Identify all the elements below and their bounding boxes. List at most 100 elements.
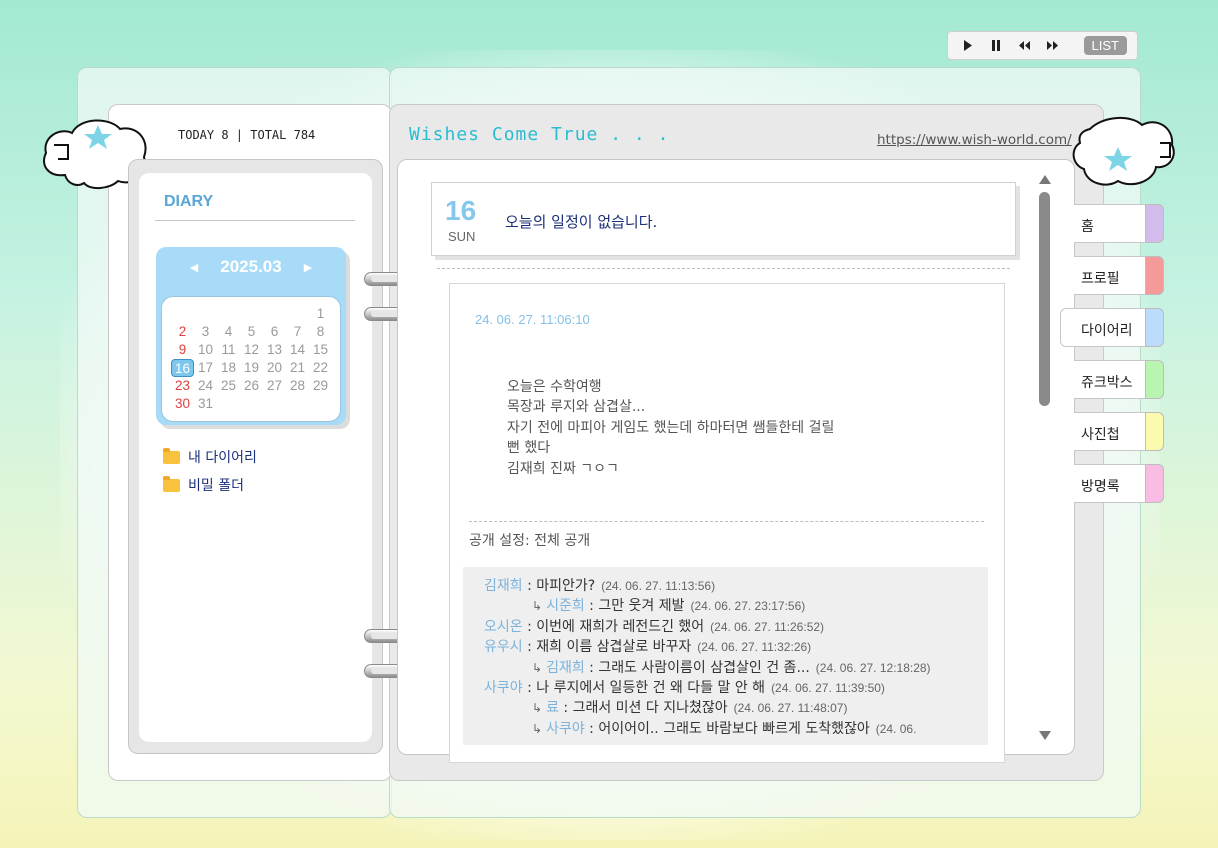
calendar-header: ◀ 2025.03 ▶	[156, 257, 346, 277]
calendar-day[interactable]: 3	[194, 323, 217, 341]
calendar-empty-cell	[194, 305, 217, 323]
calendar-day-selected[interactable]: 16	[171, 359, 194, 377]
tab-color	[1145, 412, 1164, 451]
tab-photos[interactable]: 사진첩	[1074, 412, 1164, 451]
calendar-day[interactable]: 12	[240, 341, 263, 359]
calendar-day[interactable]: 25	[217, 377, 240, 395]
calendar-day[interactable]: 10	[194, 341, 217, 359]
reply-arrow-icon: ↳	[532, 599, 543, 614]
comment-text: : 그만 웃겨 제발	[584, 598, 685, 615]
calendar-day[interactable]: 5	[240, 323, 263, 341]
tab-label: 사진첩	[1081, 427, 1120, 443]
prev-month-icon[interactable]: ◀	[190, 261, 198, 274]
schedule-card: 16 SUN 오늘의 일정이 없습니다.	[431, 182, 1016, 256]
cloud-star-right-icon	[1072, 117, 1175, 186]
tab-diary[interactable]: 다이어리	[1060, 308, 1164, 347]
calendar-empty-cell	[286, 395, 309, 413]
comment-reply: ↳ 시준희 : 그만 웃겨 제발 (24. 06. 27. 23:17:56)	[463, 595, 988, 615]
entry-line: 목장과 루지와 삼겹살...	[507, 399, 646, 416]
folder-my-diary[interactable]: 내 다이어리	[163, 443, 257, 471]
comment-author[interactable]: 유우시	[484, 639, 523, 655]
calendar-day[interactable]: 2	[171, 323, 194, 341]
calendar-day[interactable]: 6	[263, 323, 286, 341]
tab-profile[interactable]: 프로필	[1074, 256, 1164, 295]
calendar-day[interactable]: 11	[217, 341, 240, 359]
calendar-day[interactable]: 14	[286, 341, 309, 359]
calendar-day[interactable]: 8	[309, 323, 332, 341]
calendar-day[interactable]: 7	[286, 323, 309, 341]
calendar-day[interactable]: 19	[240, 359, 263, 377]
tab-guestbook[interactable]: 방명록	[1074, 464, 1164, 503]
site-title: Wishes Come True . . .	[409, 124, 670, 145]
calendar-day[interactable]: 26	[240, 377, 263, 395]
comment-author[interactable]: 시준희	[546, 598, 585, 614]
calendar-day[interactable]: 22	[309, 359, 332, 377]
tab-color	[1145, 308, 1164, 347]
divider	[469, 521, 984, 522]
site-url-link[interactable]: https://www.wish-world.com/	[877, 132, 1072, 148]
comment-reply: ↳ 사쿠야 : 어이어이.. 그래도 바람보다 빠르게 도착했잖아 (24. 06.	[463, 718, 988, 738]
comment-author[interactable]: 사쿠야	[546, 721, 585, 737]
divider	[437, 268, 1010, 269]
reply-arrow-icon: ↳	[532, 660, 543, 675]
comment-timestamp: (24. 06. 27. 23:17:56)	[690, 599, 806, 614]
comment-text: : 어이어이.. 그래도 바람보다 빠르게 도착했잖아	[584, 720, 870, 737]
calendar-day[interactable]: 4	[217, 323, 240, 341]
calendar-day[interactable]: 31	[194, 395, 217, 413]
calendar-day[interactable]: 18	[217, 359, 240, 377]
comment-reply: ↳ 료 : 그래서 미션 다 지나쳤잖아 (24. 06. 27. 11:48:07…	[463, 697, 988, 717]
calendar-day[interactable]: 15	[309, 341, 332, 359]
calendar-day[interactable]: 28	[286, 377, 309, 395]
comment-timestamp: (24. 06. 27. 11:48:07)	[733, 701, 848, 716]
folder-secret[interactable]: 비밀 폴더	[163, 471, 257, 499]
calendar-day[interactable]: 20	[263, 359, 286, 377]
tab-label: 방명록	[1081, 479, 1120, 495]
calendar-day[interactable]: 21	[286, 359, 309, 377]
next-month-icon[interactable]: ▶	[304, 261, 312, 274]
playlist-button[interactable]: LIST	[1083, 36, 1127, 55]
schedule-message: 오늘의 일정이 없습니다.	[505, 213, 658, 231]
tab-jukebox[interactable]: 쥬크박스	[1074, 360, 1164, 399]
calendar-empty-cell	[263, 305, 286, 323]
calendar-day[interactable]: 29	[309, 377, 332, 395]
comment-timestamp: (24. 06. 27. 11:32:26)	[697, 640, 812, 655]
folder-icon	[163, 475, 180, 492]
calendar-day[interactable]: 30	[171, 395, 194, 413]
tab-color	[1145, 204, 1164, 243]
comment-text: : 그래서 미션 다 지나쳤잖아	[558, 700, 728, 717]
comment-author[interactable]: 료	[546, 700, 559, 716]
folder-list: 내 다이어리 비밀 폴더	[163, 443, 257, 499]
comment: 김재희 : 마피안가? (24. 06. 27. 11:13:56)	[463, 575, 988, 595]
tab-home[interactable]: 홈	[1074, 204, 1164, 243]
calendar-empty-cell	[263, 395, 286, 413]
calendar-day[interactable]: 13	[263, 341, 286, 359]
folder-label: 내 다이어리	[188, 450, 257, 466]
calendar-empty-cell	[217, 395, 240, 413]
comment-author[interactable]: 김재희	[546, 660, 585, 676]
scrollbar-thumb[interactable]	[1039, 192, 1050, 406]
calendar-day[interactable]: 17	[194, 359, 217, 377]
music-player: LIST	[947, 31, 1138, 60]
scroll-down-icon[interactable]	[1039, 731, 1051, 740]
play-icon[interactable]	[960, 38, 976, 54]
comment-author[interactable]: 사쿠야	[484, 680, 523, 696]
calendar-day[interactable]: 24	[194, 377, 217, 395]
reply-arrow-icon: ↳	[532, 701, 543, 716]
calendar-day[interactable]: 23	[171, 377, 194, 395]
folder-label: 비밀 폴더	[188, 478, 244, 494]
tab-color	[1145, 360, 1164, 399]
scroll-up-icon[interactable]	[1039, 175, 1051, 184]
calendar-day[interactable]: 1	[309, 305, 332, 323]
rewind-icon[interactable]	[1016, 38, 1032, 54]
entry-line: 김재희 진짜 ㄱㅇㄱ	[507, 460, 619, 477]
comment-timestamp: (24. 06.	[875, 721, 917, 736]
calendar-day[interactable]: 27	[263, 377, 286, 395]
fast-forward-icon[interactable]	[1044, 38, 1060, 54]
calendar-day[interactable]: 9	[171, 341, 194, 359]
comment: 사쿠야 : 나 루지에서 일등한 건 왜 다들 말 안 해 (24. 06. 27…	[463, 677, 988, 697]
tab-label: 쥬크박스	[1081, 375, 1133, 391]
comment-author[interactable]: 김재희	[484, 578, 523, 594]
comment-author[interactable]: 오시온	[484, 619, 523, 635]
pause-icon[interactable]	[988, 38, 1004, 54]
comment-list: 김재희 : 마피안가? (24. 06. 27. 11:13:56) ↳ 시준희 : …	[463, 567, 988, 745]
